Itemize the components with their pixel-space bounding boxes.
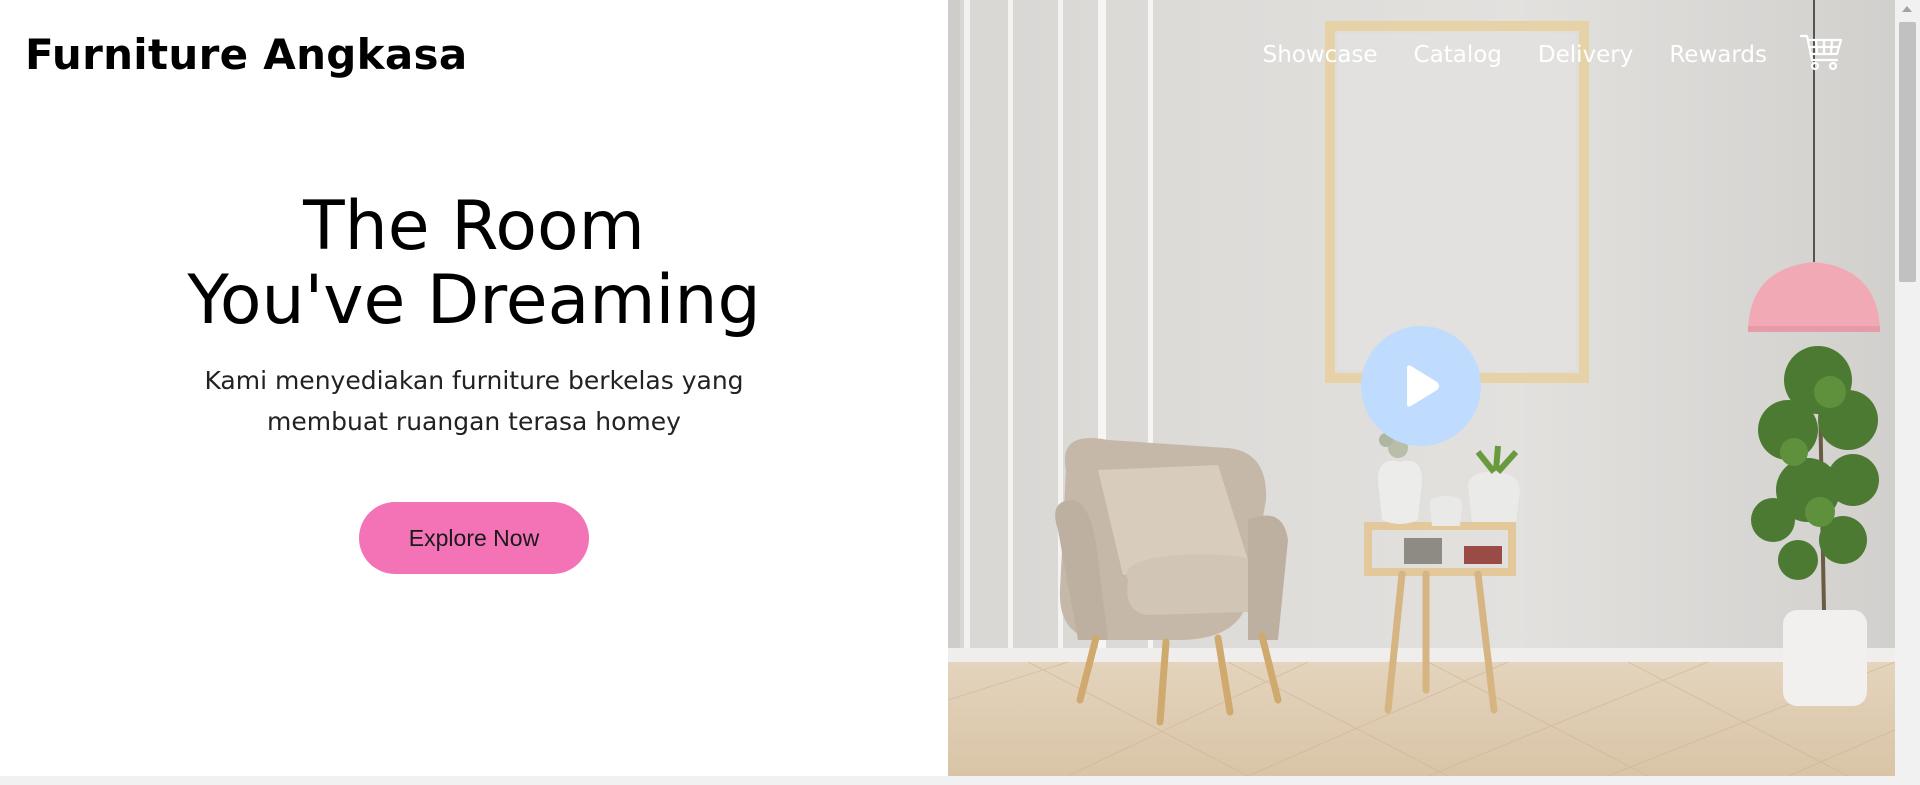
explore-now-button[interactable]: Explore Now [359,502,589,574]
play-video-button[interactable] [1361,326,1481,446]
horizontal-scrollbar-track [0,776,1920,785]
scrollbar-thumb[interactable] [1899,22,1916,282]
hero-subtitle-line-1: Kami menyediakan furniture berkelas yang [204,366,744,395]
scroll-up-arrow-icon[interactable] [1902,6,1912,12]
hero-subtitle: Kami menyediakan furniture berkelas yang… [194,360,754,442]
vertical-scrollbar[interactable] [1895,0,1920,776]
hero-title-line-1: The Room [303,187,645,266]
nav-item-showcase[interactable]: Showcase [1263,42,1378,68]
nav-item-delivery[interactable]: Delivery [1538,42,1633,68]
hero-title: The Room You've Dreaming [0,190,948,338]
cart-icon[interactable] [1799,32,1843,72]
hero-title-line-2: You've Dreaming [187,261,761,340]
brand-logo[interactable]: Furniture Angkasa [25,30,468,79]
play-icon [1407,365,1439,407]
nav-item-catalog[interactable]: Catalog [1414,42,1502,68]
main-nav: Showcase Catalog Delivery Rewards [1263,42,1767,68]
hero-left-panel: Furniture Angkasa The Room You've Dreami… [0,0,948,776]
hero-section: The Room You've Dreaming Kami menyediaka… [0,190,948,574]
nav-item-rewards[interactable]: Rewards [1669,42,1767,68]
hero-subtitle-line-2: membuat ruangan terasa homey [267,407,681,436]
